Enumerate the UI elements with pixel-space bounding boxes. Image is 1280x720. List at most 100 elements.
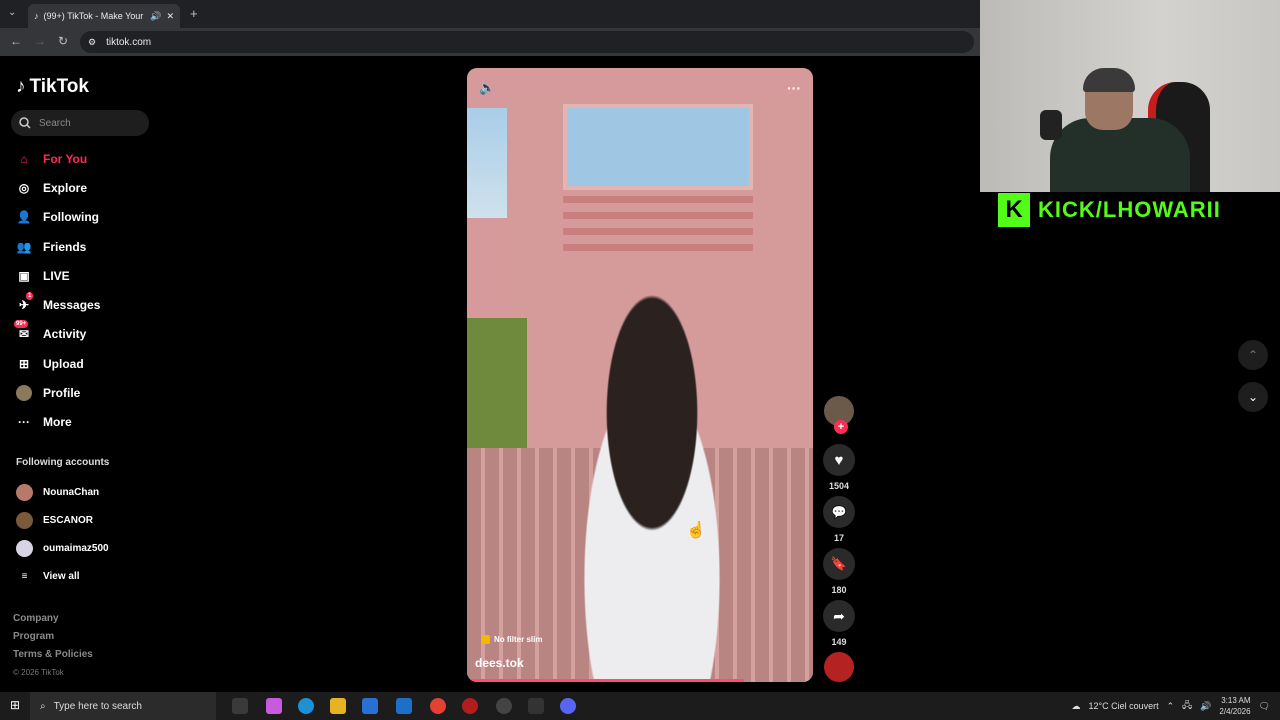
next-video-button[interactable]: ⌄ (1238, 382, 1268, 412)
reload-button[interactable]: ↻ (58, 34, 68, 48)
edge-icon[interactable] (298, 698, 314, 714)
browser-tab[interactable]: ♪ (99+) TikTok - Make Your Day 🔊 ✕ (28, 4, 180, 28)
nav-label: More (43, 415, 72, 430)
back-button[interactable]: ← (10, 34, 22, 48)
clock-date: 2/4/2026 (1219, 707, 1251, 716)
avatar (16, 511, 33, 529)
tiktok-logo[interactable]: ♪ TikTok (16, 76, 89, 98)
activity-badge: 99+ (14, 320, 29, 329)
volume-icon[interactable]: 🔈 (479, 80, 495, 96)
footer-company-link[interactable]: Company (13, 610, 93, 628)
footer-copyright: © 2026 TikTok (13, 668, 64, 677)
outlook-icon[interactable] (396, 698, 412, 714)
nav-for-you[interactable]: ⌂ For You (16, 144, 100, 173)
creator-avatar[interactable]: + (824, 396, 854, 434)
search-icon: ⌕ (40, 700, 46, 712)
share-count: 149 (831, 637, 847, 647)
clock[interactable]: 3:13 AM 2/4/2026 (1219, 695, 1250, 717)
app-icon[interactable] (462, 698, 478, 714)
obs-icon[interactable] (496, 698, 512, 714)
avatar (16, 483, 33, 501)
account-name: ESCANOR (43, 514, 94, 526)
new-tab-button[interactable]: + (190, 6, 198, 21)
following-account[interactable]: oumaimaz500 (16, 534, 109, 562)
caption-tag[interactable]: No filter slim (481, 635, 542, 644)
nav-activity[interactable]: ✉ 99+ Activity (14, 320, 100, 349)
search-input[interactable]: Search (11, 110, 149, 136)
chevron-up-icon: ⌃ (1247, 348, 1259, 362)
webcam-microphone (1040, 110, 1062, 140)
nav-label: Upload (43, 356, 84, 371)
comment-button[interactable]: 💬 (823, 496, 855, 528)
nav-friends[interactable]: 👥 Friends (16, 232, 100, 261)
chrome-icon[interactable] (430, 698, 446, 714)
like-count: 1504 (828, 481, 850, 491)
video-player[interactable]: 🔈 ··· No filter slim dees.tok (467, 68, 813, 682)
capcut-icon[interactable] (528, 698, 544, 714)
store-icon[interactable] (362, 698, 378, 714)
view-all-link[interactable]: ≡ View all (16, 562, 109, 590)
forward-button[interactable]: → (34, 34, 46, 48)
discord-icon[interactable] (560, 698, 576, 714)
action-column: + ♥ 1504 💬 17 🔖 180 ➦ 149 (822, 396, 856, 682)
site-settings-icon[interactable]: ⚙ (88, 37, 96, 48)
sidebar: ♪ TikTok Search ⌂ For You ◎ Explore 👤 Follo… (0, 58, 160, 692)
video-progress-bar[interactable] (467, 679, 744, 682)
tiktok-favicon-icon: ♪ (34, 11, 39, 21)
volume-icon[interactable]: 🔊 (1200, 701, 1211, 712)
tab-title: (99+) TikTok - Make Your Day (43, 11, 146, 21)
comment-count: 17 (833, 533, 844, 543)
close-tab-icon[interactable]: ✕ (166, 11, 174, 22)
weather-text[interactable]: 12°C Ciel couvert (1088, 701, 1158, 711)
nav-label: Following (43, 210, 99, 225)
nav-profile[interactable]: Profile (16, 378, 100, 407)
taskbar-search-placeholder: Type here to search (53, 700, 142, 712)
video-frame-window (563, 104, 753, 190)
speaker-icon[interactable]: 🔊 (150, 11, 161, 22)
nav-following[interactable]: 👤 Following (16, 203, 100, 232)
following-account[interactable]: ESCANOR (16, 506, 109, 534)
previous-video-button[interactable]: ⌃ (1238, 340, 1268, 370)
account-name: NounaChan (43, 486, 100, 498)
nav-explore[interactable]: ◎ Explore (16, 173, 100, 202)
following-account[interactable]: NounaChan (16, 478, 109, 506)
nav-messages[interactable]: ✈ 1 Messages (16, 290, 100, 319)
messages-icon: ✈ 1 (18, 292, 34, 313)
file-explorer-icon[interactable] (330, 698, 346, 714)
clock-time: 3:13 AM (1221, 696, 1251, 705)
bookmark-icon: 🔖 (830, 556, 848, 571)
more-options-icon[interactable]: ··· (787, 80, 801, 96)
share-arrow-icon: ➦ (833, 607, 845, 624)
nav-live[interactable]: ▣ LIVE (16, 261, 100, 290)
logo-text: TikTok (29, 76, 89, 97)
friends-icon: 👥 (16, 239, 32, 254)
windows-start-icon[interactable]: ⊞ (10, 698, 20, 712)
video-frame-person (547, 268, 757, 682)
share-button[interactable]: ➦ (823, 600, 855, 632)
nav-label: LIVE (43, 268, 70, 283)
notifications-icon[interactable]: 🗨 (1259, 701, 1270, 712)
task-view-icon[interactable] (232, 698, 248, 714)
follow-plus-icon[interactable]: + (834, 420, 848, 434)
network-icon[interactable]: 🖧 (1182, 698, 1192, 714)
like-button[interactable]: ♥ (823, 444, 855, 476)
weather-icon: ☁ (1071, 700, 1081, 711)
save-button[interactable]: 🔖 (823, 548, 855, 580)
tray-overflow-icon[interactable]: ⌃ (1167, 701, 1175, 712)
footer-terms-link[interactable]: Terms & Policies (13, 646, 93, 664)
copilot-icon[interactable] (266, 698, 282, 714)
author-name[interactable]: dees.tok (475, 656, 524, 670)
nav-more[interactable]: ··· More (16, 408, 100, 437)
omnibox[interactable]: ⚙ tiktok.com (80, 31, 974, 53)
sound-disc[interactable] (824, 652, 854, 682)
caption-tag-text: No filter slim (494, 635, 543, 644)
tab-list-icon[interactable]: ⌄ (8, 7, 16, 18)
account-name: oumaimaz500 (43, 542, 109, 554)
footer-program-link[interactable]: Program (13, 628, 93, 646)
nav-label: Messages (43, 298, 101, 313)
windows-taskbar: ⊞ ⌕ Type here to search ☁ 12°C Ciel couv… (0, 692, 1280, 720)
comment-icon: 💬 (831, 505, 847, 519)
taskbar-search[interactable]: ⌕ Type here to search (30, 692, 216, 720)
save-count: 180 (831, 585, 847, 595)
nav-upload[interactable]: ⊞ Upload (16, 349, 100, 378)
